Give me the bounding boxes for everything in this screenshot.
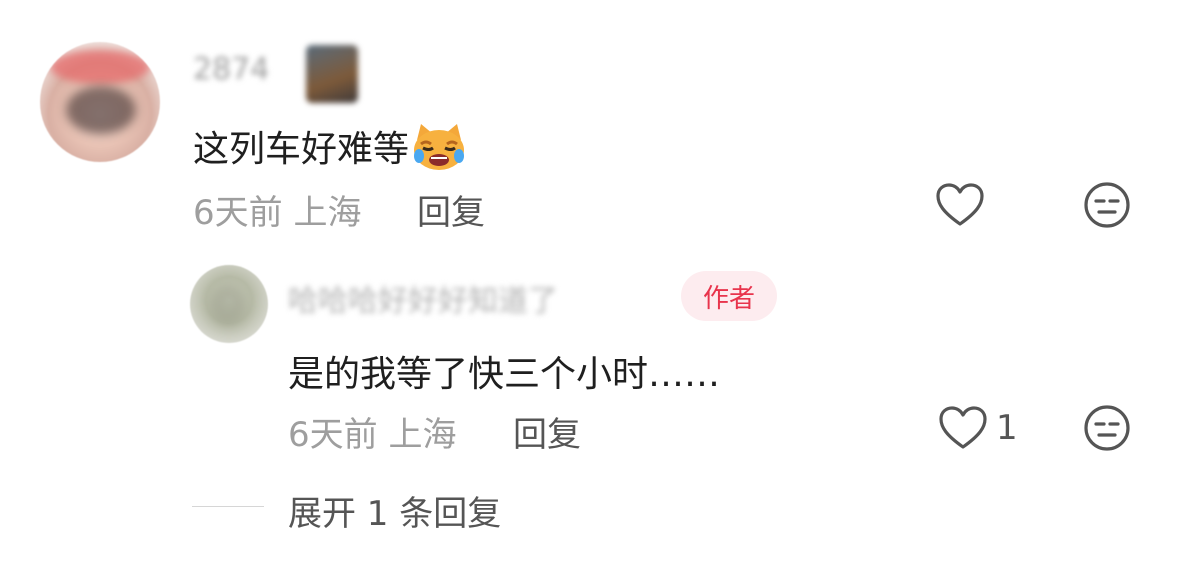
heart-outline-icon [935,182,985,232]
reply-text[interactable]: 是的我等了快三个小时…… [288,345,720,397]
heart-outline-icon [938,405,988,455]
reply-dislike-button[interactable] [1081,404,1133,456]
author-badge: 作者 [681,271,777,321]
reply-time: 6天前 [288,415,378,455]
neutral-face-icon [1082,180,1132,234]
user-badge-icon [306,45,358,103]
reply-reply-button[interactable]: 回复 [513,407,581,456]
comment-time: 6天前 [193,193,283,233]
reply-meta: 6天前 上海 [288,407,456,456]
comment-text-content: 这列车好难等 [193,129,410,170]
reply-avatar[interactable] [190,265,268,343]
reply-button[interactable]: 回复 [417,185,485,234]
like-button[interactable] [934,181,986,233]
reply-location: 上海 [388,415,457,455]
reply-like-button[interactable] [937,404,989,456]
reply-like-count: 1 [996,408,1018,448]
comment-meta: 6天前 上海 [193,185,361,234]
comment-username[interactable]: 2874 [193,52,269,87]
comment-location: 上海 [293,193,362,233]
neutral-face-icon [1082,403,1132,457]
avatar[interactable] [40,42,160,162]
reply-username[interactable]: 哈哈哈好好好知道了 [288,276,558,320]
expand-replies-button[interactable]: 展开 1 条回复 [288,486,501,535]
dislike-button[interactable] [1081,181,1133,233]
expand-divider [192,506,264,507]
comment-text[interactable]: 这列车好难等 [193,120,467,176]
crying-cat-face-emoji-icon [411,122,467,172]
